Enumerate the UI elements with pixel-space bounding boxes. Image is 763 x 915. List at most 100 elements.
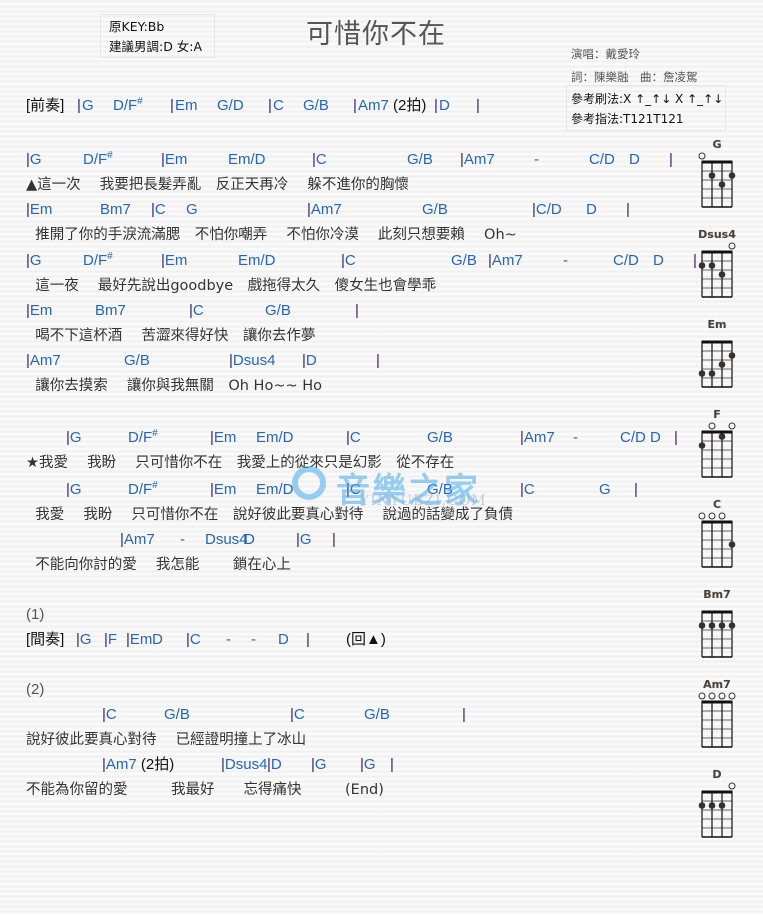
bar-line: | [229,352,233,369]
chord: |Em [126,631,153,648]
watermark-logo-icon [292,466,326,500]
finger-dot [698,262,706,269]
bar-line: | [360,756,364,773]
finger-dot [728,352,736,359]
open-string-marker [728,782,736,790]
open-string-marker [708,692,716,700]
chord-diagram-name: Bm7 [703,588,731,601]
chord: |Em [26,302,53,319]
nut [701,160,733,164]
chord: G/B [451,252,477,269]
finger-dot [728,541,736,548]
bar-line: | [390,756,394,773]
bar-line: | [120,531,124,548]
chord: |G [26,252,42,269]
chord: |Am7 [460,151,495,168]
bar-line: | [376,351,380,371]
lyric-line: 喝不下這杯酒 苦澀來得好快 讓你去作夢 [26,328,316,344]
bar-line: | [306,631,310,648]
bar-line: | [26,201,30,218]
chord-diagram-name: Em [707,318,727,331]
chord: G/B [265,302,291,319]
chord: |C [102,706,117,723]
chord: |Em [161,151,188,168]
chord: Dsus4 [205,531,248,548]
finger-dot [718,181,726,188]
chord-hold: - [534,151,539,168]
chord-diagram-name: C [712,498,722,511]
chord: D [244,531,255,548]
song-title: 可惜你不在 [306,19,446,50]
finger-dot [708,802,716,809]
chord: D/F# [128,428,158,447]
bar-line: | [186,631,190,648]
chord: G/B [422,201,448,218]
chord: G/B [364,706,390,723]
chord: D [586,201,597,218]
chord: Em/D [238,252,276,269]
bar-line: | [332,530,336,550]
finger-dot [698,370,706,377]
chord-diagram-dsus4: Dsus4 [697,228,737,298]
original-key: 原KEY:Bb [109,19,165,34]
chord: |G [296,531,312,548]
section-marker: (2) [26,681,45,698]
fretboard [698,782,736,838]
bar-line: | [462,705,466,725]
lyric-line: 不能為你留的愛 我最好 忘得痛快 (End) [26,782,384,798]
bar-line: | [26,252,30,269]
chord: |C [189,302,204,319]
chord: C/D [589,151,615,168]
chord: D/F# [128,480,158,499]
bar-line: | [210,429,214,446]
open-string-marker [718,512,726,520]
chord: |C [151,201,166,218]
chord: G [186,201,198,218]
chord: Em/D [256,481,294,498]
chord: |D [302,352,317,369]
chord: Em/D [256,429,294,446]
prelude-tag: [前奏] [26,97,65,114]
bar-line: | [434,97,438,114]
chord-hold: - [180,531,185,548]
bar-line: | [311,756,315,773]
chord-hold: - [226,631,231,648]
open-string-marker [718,692,726,700]
bar-line: | [355,301,359,321]
chord: |G [311,756,327,773]
chord-diagram-name: Am7 [703,678,731,691]
finger-dot [728,172,736,179]
chord: C/D [613,252,639,269]
finger-dot [718,271,726,278]
chord-diagram-name: Dsus4 [698,228,736,241]
chord-diagram-f: F [697,408,737,478]
open-string-marker [728,692,736,700]
bar-line: | [104,631,108,648]
finger-dot [718,361,726,368]
finger-dot [698,802,706,809]
chord: Bm7 [95,302,126,319]
bar-line: | [462,706,466,723]
nut [701,790,733,794]
chord: |Dsus4 [229,352,276,369]
chord: |C [346,429,361,446]
chord-diagram-am7: Am7 [697,678,737,748]
chord: |C [186,631,201,648]
chord: C/D [620,429,646,446]
bar-line: | [221,756,225,773]
chord: D/F# [113,96,143,115]
bar-line: | [669,151,673,168]
bar-line: | [634,480,638,500]
chord: |Em [210,481,237,498]
nut [701,520,733,524]
bar-line: | [210,481,214,498]
bar-line: | [66,429,70,446]
lyric-line: 讓你去摸索 讓你與我無關 Oh Ho~~ Ho [26,378,322,394]
nut [701,610,733,614]
bar-line: | [151,201,155,218]
chord-hold: - [251,631,256,648]
finger-dot [718,622,726,629]
chord-hold: - [563,252,568,269]
credits: 演唱：戴愛玲 詞：陳樂融 曲：詹凌駕 [571,43,698,89]
fretboard [698,422,736,478]
